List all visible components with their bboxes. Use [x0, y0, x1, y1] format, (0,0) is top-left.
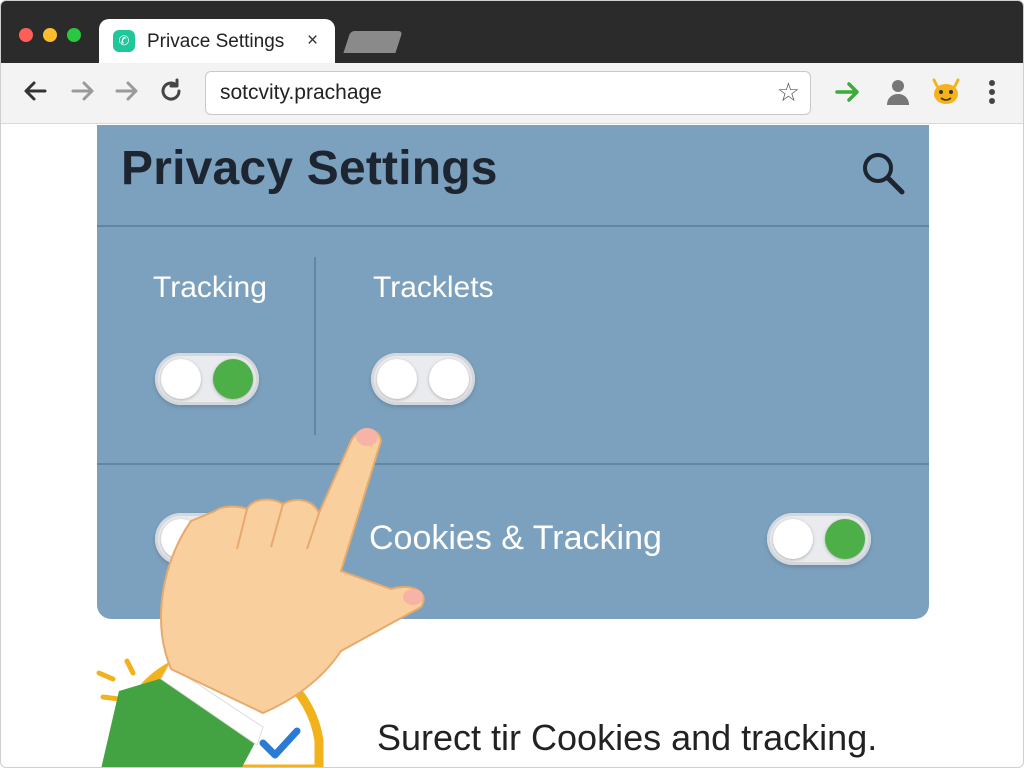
browser-window: ✆ Privace Settings × sotcvity.prachage ☆	[0, 0, 1024, 768]
caption-text: Surect tir Cookies and tracking.	[377, 717, 878, 758]
pointing-hand-illustration	[96, 428, 425, 767]
